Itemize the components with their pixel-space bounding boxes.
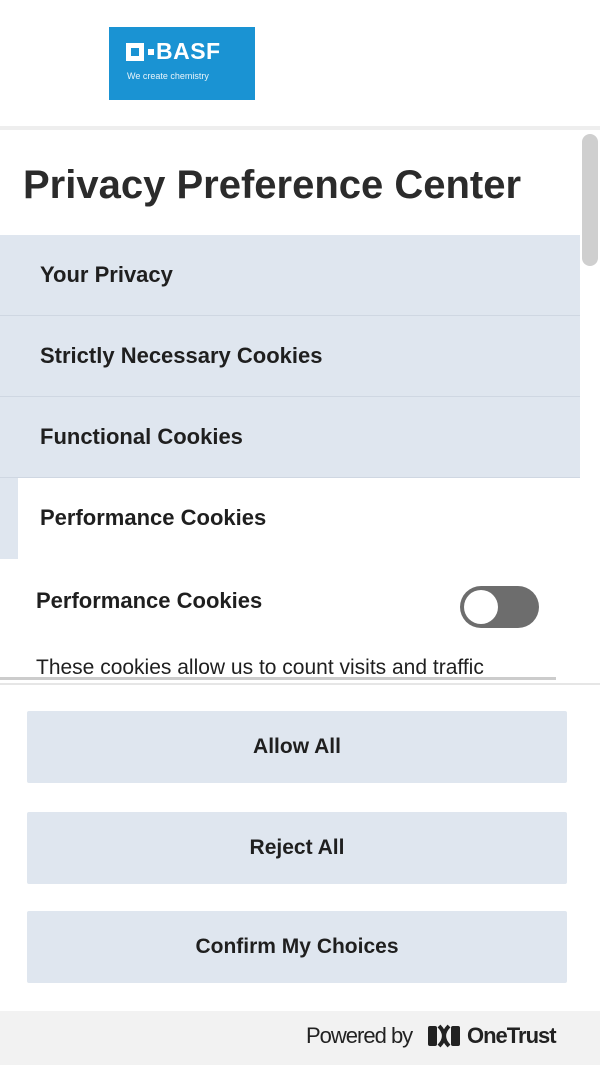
menu-item-performance-cookies[interactable]: Performance Cookies [0, 478, 580, 559]
allow-all-button[interactable]: Allow All [27, 711, 567, 783]
header: BASF We create chemistry [0, 0, 600, 130]
menu-item-strictly-necessary-cookies[interactable]: Strictly Necessary Cookies [0, 316, 580, 397]
category-menu: Your Privacy Strictly Necessary Cookies … [0, 235, 580, 559]
onetrust-name: OneTrust [467, 1023, 557, 1048]
powered-by-footer[interactable]: Powered by OneTrust [0, 1011, 600, 1065]
menu-item-functional-cookies[interactable]: Functional Cookies [0, 397, 580, 478]
scrollbar-thumb[interactable] [582, 134, 598, 266]
detail-description: These cookies allow us to count visits a… [36, 656, 484, 678]
menu-item-label: Your Privacy [40, 262, 173, 287]
menu-item-your-privacy[interactable]: Your Privacy [0, 235, 580, 316]
detail-description-area: These cookies allow us to count visits a… [0, 648, 580, 678]
onetrust-logo-icon [428, 1024, 460, 1048]
detail-title: Performance Cookies [36, 588, 263, 613]
basf-logo: BASF We create chemistry [109, 27, 255, 100]
menu-item-label: Performance Cookies [40, 505, 267, 530]
confirm-my-choices-button[interactable]: Confirm My Choices [27, 911, 567, 983]
basf-logo-mark-icon [126, 43, 160, 61]
powered-by-text: Powered by [306, 1023, 413, 1048]
performance-cookies-toggle[interactable] [460, 586, 539, 628]
toggle-knob [464, 590, 498, 624]
menu-item-label: Functional Cookies [40, 424, 243, 449]
reject-all-button[interactable]: Reject All [27, 812, 567, 884]
page-title: Privacy Preference Center [23, 163, 522, 207]
basf-logo-text: BASF [156, 38, 221, 64]
content-divider [0, 677, 556, 680]
basf-logo-tagline: We create chemistry [127, 71, 209, 81]
menu-item-label: Strictly Necessary Cookies [40, 343, 323, 368]
